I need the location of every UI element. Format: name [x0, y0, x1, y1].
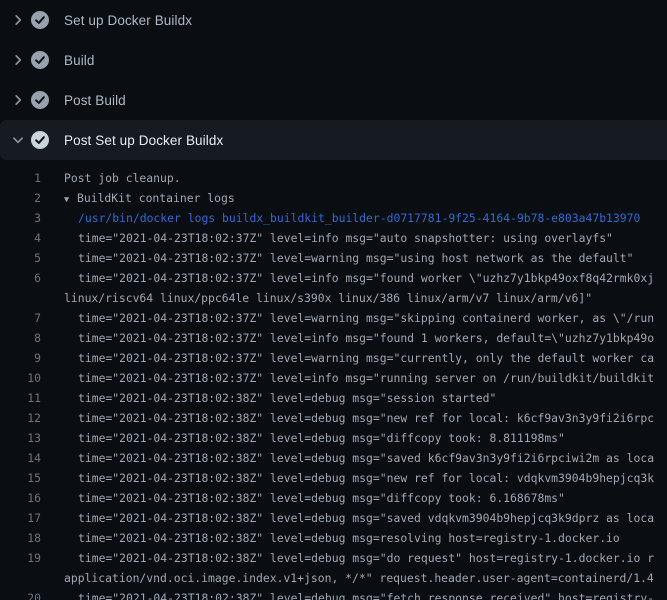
- log-line-number[interactable]: 19: [0, 548, 41, 568]
- log-line-text: time="2021-04-23T18:02:37Z" level=info m…: [78, 268, 654, 288]
- steps-list: Set up Docker Buildx Build P: [0, 0, 667, 160]
- step-row-set-up-docker-buildx[interactable]: Set up Docker Buildx: [0, 0, 667, 40]
- log-line-text: time="2021-04-23T18:02:38Z" level=debug …: [78, 588, 654, 600]
- log-line: 7 time="2021-04-23T18:02:37Z" level=warn…: [0, 308, 667, 328]
- log-line: 19 time="2021-04-23T18:02:38Z" level=deb…: [0, 548, 667, 568]
- log-line-number[interactable]: 9: [0, 348, 41, 368]
- log-line-number[interactable]: 3: [0, 208, 41, 228]
- log-line: 13 time="2021-04-23T18:02:38Z" level=deb…: [0, 428, 667, 448]
- log-line-number[interactable]: 20: [0, 588, 41, 600]
- log-line-number[interactable]: 13: [0, 428, 41, 448]
- step-title: Build: [64, 53, 95, 68]
- log-line-text: time="2021-04-23T18:02:38Z" level=debug …: [78, 508, 654, 528]
- log-group-title: BuildKit container logs: [77, 191, 235, 205]
- log-area: 1 Post job cleanup. 2 ▼BuildKit containe…: [0, 160, 667, 600]
- log-line-number[interactable]: 17: [0, 508, 41, 528]
- log-line-number[interactable]: 4: [0, 228, 41, 248]
- log-line-number: [0, 568, 41, 588]
- log-line-text: time="2021-04-23T18:02:38Z" level=debug …: [78, 408, 654, 428]
- log-line-number[interactable]: 7: [0, 308, 41, 328]
- step-row-build[interactable]: Build: [0, 40, 667, 80]
- log-line-text: time="2021-04-23T18:02:37Z" level=warnin…: [78, 348, 654, 368]
- log-line: 9 time="2021-04-23T18:02:37Z" level=warn…: [0, 348, 667, 368]
- log-line: 10 time="2021-04-23T18:02:37Z" level=inf…: [0, 368, 667, 388]
- log-line-text: time="2021-04-23T18:02:37Z" level=warnin…: [78, 248, 633, 268]
- log-line-text: time="2021-04-23T18:02:38Z" level=debug …: [78, 428, 565, 448]
- log-line: 20 time="2021-04-23T18:02:38Z" level=deb…: [0, 588, 667, 600]
- log-line-text: time="2021-04-23T18:02:37Z" level=warnin…: [78, 308, 654, 328]
- log-line-text: time="2021-04-23T18:02:38Z" level=debug …: [78, 388, 496, 408]
- log-line: 12 time="2021-04-23T18:02:38Z" level=deb…: [0, 408, 667, 428]
- log-line-number[interactable]: 12: [0, 408, 41, 428]
- check-circle-icon: [31, 131, 49, 149]
- log-line-number: [0, 288, 41, 308]
- log-line-number[interactable]: 18: [0, 528, 41, 548]
- log-line: linux/riscv64 linux/ppc64le linux/s390x …: [0, 288, 667, 308]
- log-line: 3 /usr/bin/docker logs buildx_buildkit_b…: [0, 208, 667, 228]
- log-line: 5 time="2021-04-23T18:02:37Z" level=warn…: [0, 248, 667, 268]
- check-circle-icon: [31, 91, 49, 109]
- log-line: 11 time="2021-04-23T18:02:38Z" level=deb…: [0, 388, 667, 408]
- log-line: 18 time="2021-04-23T18:02:38Z" level=deb…: [0, 528, 667, 548]
- log-line-text: linux/riscv64 linux/ppc64le linux/s390x …: [64, 288, 592, 308]
- log-line-number[interactable]: 14: [0, 448, 41, 468]
- log-line-number[interactable]: 10: [0, 368, 41, 388]
- log-line-text: ▼BuildKit container logs: [64, 188, 235, 208]
- step-title: Post Build: [64, 93, 126, 108]
- log-line-number[interactable]: 2: [0, 188, 41, 208]
- log-line: application/vnd.oci.image.index.v1+json,…: [0, 568, 667, 588]
- log-line-text: time="2021-04-23T18:02:38Z" level=debug …: [78, 528, 620, 548]
- log-line-text: time="2021-04-23T18:02:38Z" level=debug …: [78, 448, 654, 468]
- chevron-right-icon[interactable]: [10, 92, 26, 108]
- log-line-number[interactable]: 1: [0, 168, 41, 188]
- log-line: 16 time="2021-04-23T18:02:38Z" level=deb…: [0, 488, 667, 508]
- log-line-text: time="2021-04-23T18:02:37Z" level=info m…: [78, 368, 654, 388]
- log-line: 17 time="2021-04-23T18:02:38Z" level=deb…: [0, 508, 667, 528]
- log-line-number[interactable]: 16: [0, 488, 41, 508]
- log-line: 1 Post job cleanup.: [0, 168, 667, 188]
- log-line-text: time="2021-04-23T18:02:37Z" level=info m…: [78, 228, 613, 248]
- step-row-post-build[interactable]: Post Build: [0, 80, 667, 120]
- log-line-number[interactable]: 5: [0, 248, 41, 268]
- log-line: 6 time="2021-04-23T18:02:37Z" level=info…: [0, 268, 667, 288]
- group-collapse-triangle-icon[interactable]: ▼: [64, 190, 77, 208]
- log-line-text: time="2021-04-23T18:02:38Z" level=debug …: [78, 468, 654, 488]
- log-line: 14 time="2021-04-23T18:02:38Z" level=deb…: [0, 448, 667, 468]
- actions-log-viewer: Set up Docker Buildx Build P: [0, 0, 667, 600]
- chevron-right-icon[interactable]: [10, 52, 26, 68]
- log-line: 8 time="2021-04-23T18:02:37Z" level=info…: [0, 328, 667, 348]
- step-row-post-set-up-docker-buildx[interactable]: Post Set up Docker Buildx: [0, 120, 667, 160]
- step-title: Set up Docker Buildx: [64, 13, 192, 28]
- chevron-down-icon[interactable]: [10, 132, 26, 148]
- step-title: Post Set up Docker Buildx: [64, 133, 223, 148]
- log-line-number[interactable]: 15: [0, 468, 41, 488]
- log-line-text: Post job cleanup.: [64, 168, 181, 188]
- log-line-number[interactable]: 6: [0, 268, 41, 288]
- log-line: 4 time="2021-04-23T18:02:37Z" level=info…: [0, 228, 667, 248]
- log-group-header[interactable]: 2 ▼BuildKit container logs: [0, 188, 667, 208]
- log-line-text: time="2021-04-23T18:02:37Z" level=info m…: [78, 328, 654, 348]
- check-circle-icon: [31, 11, 49, 29]
- check-circle-icon: [31, 51, 49, 69]
- log-line-number[interactable]: 11: [0, 388, 41, 408]
- log-line-text: time="2021-04-23T18:02:38Z" level=debug …: [78, 488, 565, 508]
- log-line: 15 time="2021-04-23T18:02:38Z" level=deb…: [0, 468, 667, 488]
- log-line-text: application/vnd.oci.image.index.v1+json,…: [64, 568, 654, 588]
- chevron-right-icon[interactable]: [10, 12, 26, 28]
- log-line-text: /usr/bin/docker logs buildx_buildkit_bui…: [78, 208, 640, 228]
- log-line-text: time="2021-04-23T18:02:38Z" level=debug …: [78, 548, 654, 568]
- log-line-number[interactable]: 8: [0, 328, 41, 348]
